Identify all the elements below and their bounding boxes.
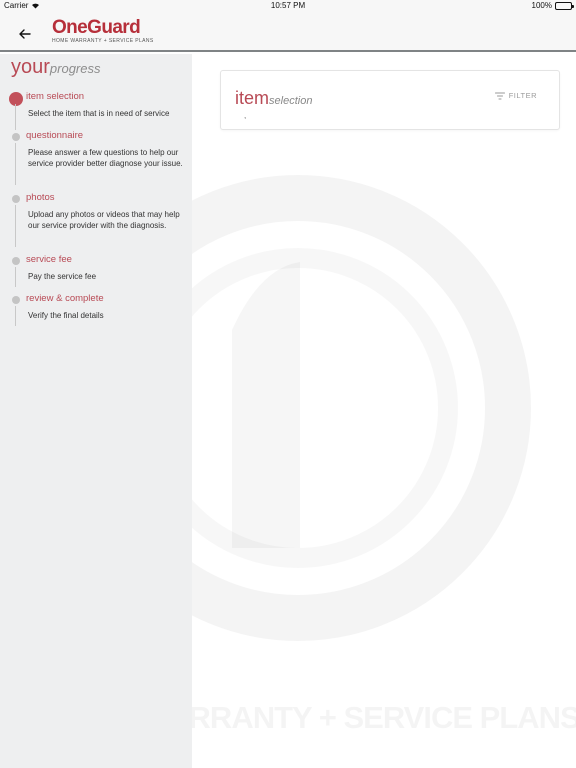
sidebar-title: yourprogress bbox=[11, 56, 100, 79]
step-photos[interactable]: photos Upload any photos or videos that … bbox=[0, 191, 192, 253]
app-header: OneGuard HOME WARRANTY + SERVICE PLANS bbox=[0, 12, 576, 52]
progress-steps: item selection Select the item that is i… bbox=[0, 90, 192, 331]
step-review-complete[interactable]: review & complete Verify the final detai… bbox=[0, 292, 192, 331]
card-title-small: selection bbox=[269, 95, 313, 107]
step-description: Please answer a few questions to help ou… bbox=[28, 148, 183, 168]
step-description: Verify the final details bbox=[28, 311, 104, 320]
step-description: Select the item that is in need of servi… bbox=[28, 109, 170, 118]
battery-icon bbox=[555, 1, 574, 10]
filter-button[interactable]: FILTER bbox=[494, 91, 537, 100]
card-title-big: item bbox=[235, 88, 270, 108]
step-connector bbox=[15, 104, 16, 130]
battery-percent: 100% bbox=[531, 1, 552, 10]
filter-label: FILTER bbox=[508, 91, 537, 100]
step-connector bbox=[15, 143, 16, 185]
step-connector bbox=[15, 205, 16, 247]
step-indicator bbox=[12, 133, 20, 141]
step-connector bbox=[15, 267, 16, 287]
back-arrow-icon bbox=[19, 29, 31, 39]
step-questionnaire[interactable]: questionnaire Please answer a few questi… bbox=[0, 129, 192, 191]
sidebar-title-small: progress bbox=[49, 61, 101, 76]
step-label: photos bbox=[26, 192, 55, 203]
step-label: questionnaire bbox=[26, 130, 84, 141]
step-description: Upload any photos or videos that may hel… bbox=[28, 210, 180, 230]
status-time: 10:57 PM bbox=[270, 1, 306, 10]
step-label: review & complete bbox=[26, 293, 104, 304]
progress-sidebar: yourprogress item selection Select the i… bbox=[0, 54, 192, 768]
step-label: service fee bbox=[26, 254, 72, 265]
battery-group: 100% bbox=[531, 1, 574, 10]
step-indicator bbox=[12, 195, 20, 203]
step-item-selection[interactable]: item selection Select the item that is i… bbox=[0, 90, 192, 130]
item-selection-card: itemselection , FILTER bbox=[220, 70, 560, 130]
step-label: item selection bbox=[26, 91, 85, 102]
status-bar: Carrier 10:57 PM 100% bbox=[0, 0, 576, 12]
card-title: itemselection bbox=[235, 88, 312, 109]
step-service-fee[interactable]: service fee Pay the service fee bbox=[0, 253, 192, 292]
oneguard-logo: OneGuard HOME WARRANTY + SERVICE PLANS bbox=[52, 17, 154, 48]
step-indicator bbox=[12, 296, 20, 304]
sidebar-title-big: your bbox=[11, 56, 50, 78]
step-indicator bbox=[12, 257, 20, 265]
filter-icon bbox=[494, 91, 505, 100]
card-subtext: , bbox=[244, 111, 247, 120]
step-indicator-active bbox=[9, 92, 23, 106]
logo-brand: OneGuard bbox=[52, 17, 141, 38]
back-button[interactable] bbox=[14, 24, 36, 44]
logo-tagline: HOME WARRANTY + SERVICE PLANS bbox=[52, 38, 154, 44]
step-connector bbox=[15, 306, 16, 326]
step-description: Pay the service fee bbox=[28, 272, 97, 281]
